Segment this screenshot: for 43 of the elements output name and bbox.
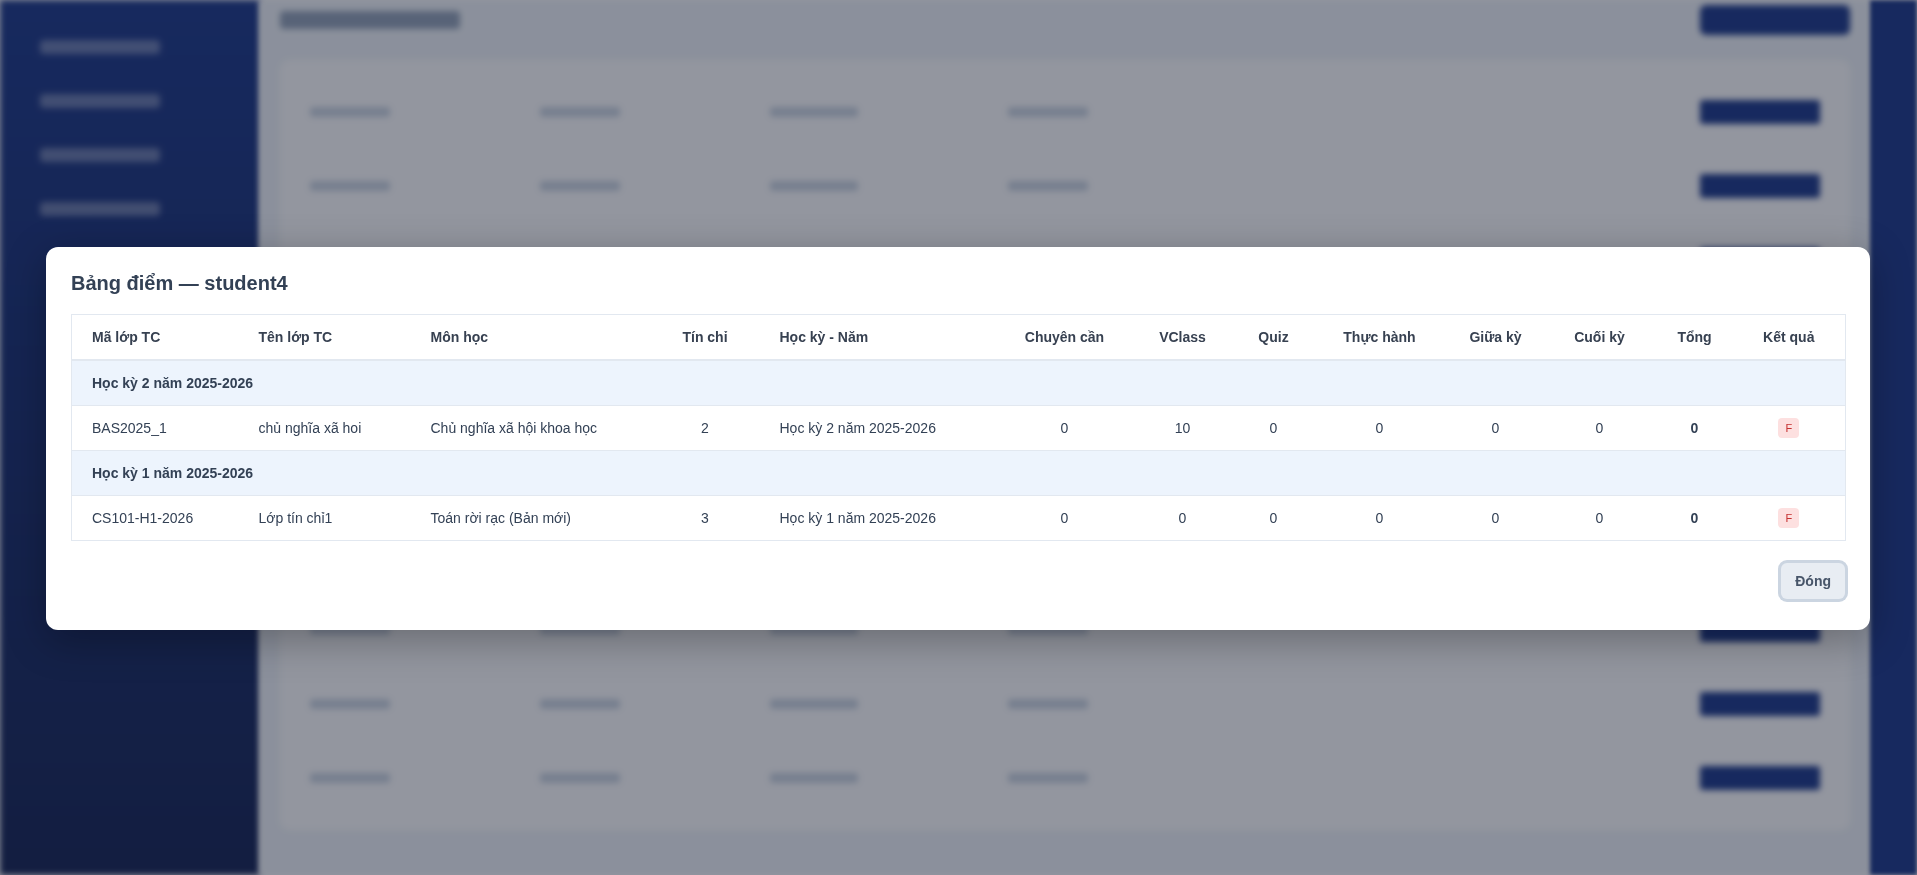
column-header: Tín chỉ <box>682 329 728 345</box>
semester-group-label: Học kỳ 1 năm 2025-2026 <box>92 465 254 481</box>
column-header: VClass <box>1159 329 1206 345</box>
close-button[interactable]: Đóng <box>1781 563 1845 599</box>
semester-group-label: Học kỳ 2 năm 2025-2026 <box>92 375 254 391</box>
column-header: Chuyên cần <box>1024 329 1105 345</box>
table-cell: 0 <box>1595 510 1604 526</box>
column-header: Tổng <box>1677 329 1712 345</box>
column-header: Cuối kỳ <box>1574 329 1625 345</box>
column-header: Quiz <box>1258 329 1289 345</box>
dialog-title: Bảng điểm — student4 <box>71 271 289 295</box>
table-cell: Chủ nghĩa xã hội khoa học <box>430 420 598 436</box>
column-header: Học kỳ - Năm <box>779 329 869 345</box>
column-header: Môn học <box>430 329 489 345</box>
table-cell: 2 <box>701 420 709 436</box>
table-cell: CS101-H1-2026 <box>92 510 194 526</box>
table-cell: Lớp tín chỉ1 <box>258 510 333 526</box>
column-header: Kết quả <box>1763 329 1815 345</box>
table-cell: chủ nghĩa xã hoi <box>258 420 362 436</box>
table-cell: Học kỳ 1 năm 2025-2026 <box>779 510 936 526</box>
table-cell: 3 <box>701 510 709 526</box>
table-cell: Học kỳ 2 năm 2025-2026 <box>779 420 936 436</box>
table-cell: 0 <box>1060 420 1069 436</box>
total-score: 0 <box>1690 420 1699 436</box>
table-cell: 10 <box>1174 420 1191 436</box>
table-cell: 0 <box>1491 510 1500 526</box>
total-score: 0 <box>1690 510 1699 526</box>
table-cell: 0 <box>1595 420 1604 436</box>
table-cell: BAS2025_1 <box>92 420 167 436</box>
table-cell: 0 <box>1491 420 1500 436</box>
table-cell: Toán rời rạc (Bản mới) <box>430 510 571 526</box>
table-cell: 0 <box>1375 420 1384 436</box>
result-badge: F <box>1778 418 1800 438</box>
column-header: Giữa kỳ <box>1469 329 1522 345</box>
table-cell: 0 <box>1060 510 1069 526</box>
column-header: Mã lớp TC <box>92 329 161 345</box>
result-badge: F <box>1778 508 1800 528</box>
column-header: Thực hành <box>1343 329 1416 345</box>
column-header: Tên lớp TC <box>258 329 333 345</box>
table-cell: 0 <box>1269 420 1278 436</box>
table-cell: 0 <box>1375 510 1384 526</box>
table-cell: 0 <box>1269 510 1278 526</box>
table-cell: 0 <box>1178 510 1187 526</box>
